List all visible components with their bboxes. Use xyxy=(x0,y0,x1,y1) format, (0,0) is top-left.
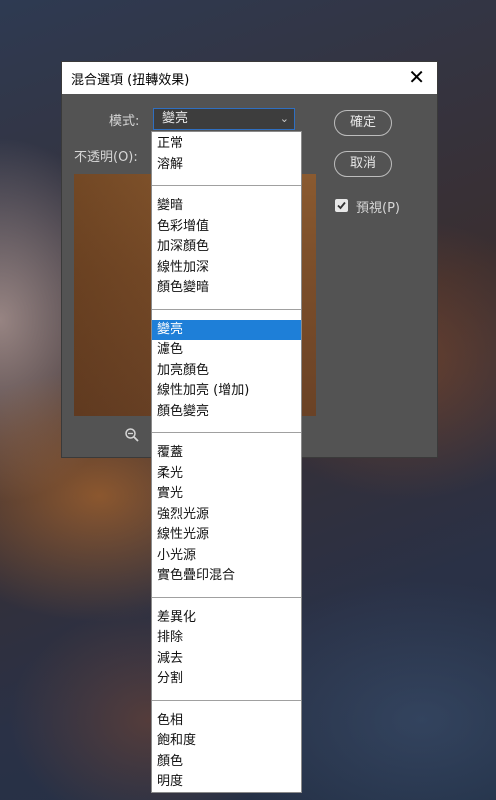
blend-mode-option[interactable]: 加亮顏色 xyxy=(152,361,301,381)
checkmark-icon xyxy=(337,201,346,210)
opacity-label: 不透明(O): xyxy=(74,150,138,165)
blend-mode-option[interactable]: 線性加亮 (增加) xyxy=(152,381,301,401)
ok-button[interactable]: 確定 xyxy=(334,110,392,136)
dropdown-separator xyxy=(152,308,301,310)
blend-mode-option[interactable]: 飽和度 xyxy=(152,731,301,751)
zoom-out-icon[interactable] xyxy=(124,427,140,447)
preview-checkbox[interactable] xyxy=(335,199,348,212)
dialog-title: 混合選項 (扭轉效果) xyxy=(71,73,190,88)
blend-mode-option[interactable]: 強烈光源 xyxy=(152,505,301,525)
dropdown-separator xyxy=(152,699,301,701)
blend-mode-option[interactable]: 顏色變亮 xyxy=(152,402,301,422)
blend-mode-option[interactable]: 加深顏色 xyxy=(152,237,301,257)
mode-select[interactable]: 變亮 ⌄ xyxy=(153,108,295,130)
close-icon[interactable]: ✕ xyxy=(408,66,425,88)
dropdown-separator xyxy=(152,185,301,186)
blend-mode-option[interactable]: 覆蓋 xyxy=(152,443,301,463)
blend-mode-option[interactable]: 線性光源 xyxy=(152,525,301,545)
blend-mode-dropdown: 正常 溶解 變暗 色彩增值 加深顏色 線性加深 顏色變暗 變亮 濾色 加亮顏色 線性加亮 (增加) 顏… xyxy=(151,131,302,793)
blend-mode-option[interactable]: 色彩增值 xyxy=(152,217,301,237)
blend-mode-option[interactable]: 柔光 xyxy=(152,464,301,484)
blend-mode-option[interactable]: 顏色變暗 xyxy=(152,278,301,298)
preview-label: 預視(P) xyxy=(356,201,400,216)
blend-mode-option[interactable]: 小光源 xyxy=(152,546,301,566)
blend-mode-option[interactable]: 減去 xyxy=(152,649,301,669)
dropdown-separator xyxy=(152,432,301,433)
blend-mode-option[interactable]: 線性加深 xyxy=(152,258,301,278)
blend-mode-option[interactable]: 排除 xyxy=(152,628,301,648)
cancel-button[interactable]: 取消 xyxy=(334,151,392,177)
blend-mode-option[interactable]: 色相 xyxy=(152,711,301,731)
blend-mode-option[interactable]: 實光 xyxy=(152,484,301,504)
blend-mode-option[interactable]: 實色疊印混合 xyxy=(152,566,301,586)
blend-mode-option[interactable]: 溶解 xyxy=(152,155,301,175)
dropdown-separator xyxy=(152,596,301,598)
mode-select-value: 變亮 xyxy=(162,111,189,126)
blend-mode-option[interactable]: 明度 xyxy=(152,772,301,792)
blend-mode-option[interactable]: 濾色 xyxy=(152,340,301,360)
blend-mode-option[interactable]: 分割 xyxy=(152,669,301,689)
mode-label: 模式: xyxy=(109,114,140,129)
blend-mode-option[interactable]: 變暗 xyxy=(152,196,301,216)
blend-mode-option[interactable]: 顏色 xyxy=(152,752,301,772)
chevron-down-icon: ⌄ xyxy=(279,112,289,125)
blend-mode-option[interactable]: 差異化 xyxy=(152,608,301,628)
blend-mode-option[interactable]: 正常 xyxy=(152,134,301,154)
blend-mode-option[interactable]: 變亮 xyxy=(152,319,301,340)
title-bar: 混合選項 (扭轉效果) ✕ xyxy=(62,62,437,94)
